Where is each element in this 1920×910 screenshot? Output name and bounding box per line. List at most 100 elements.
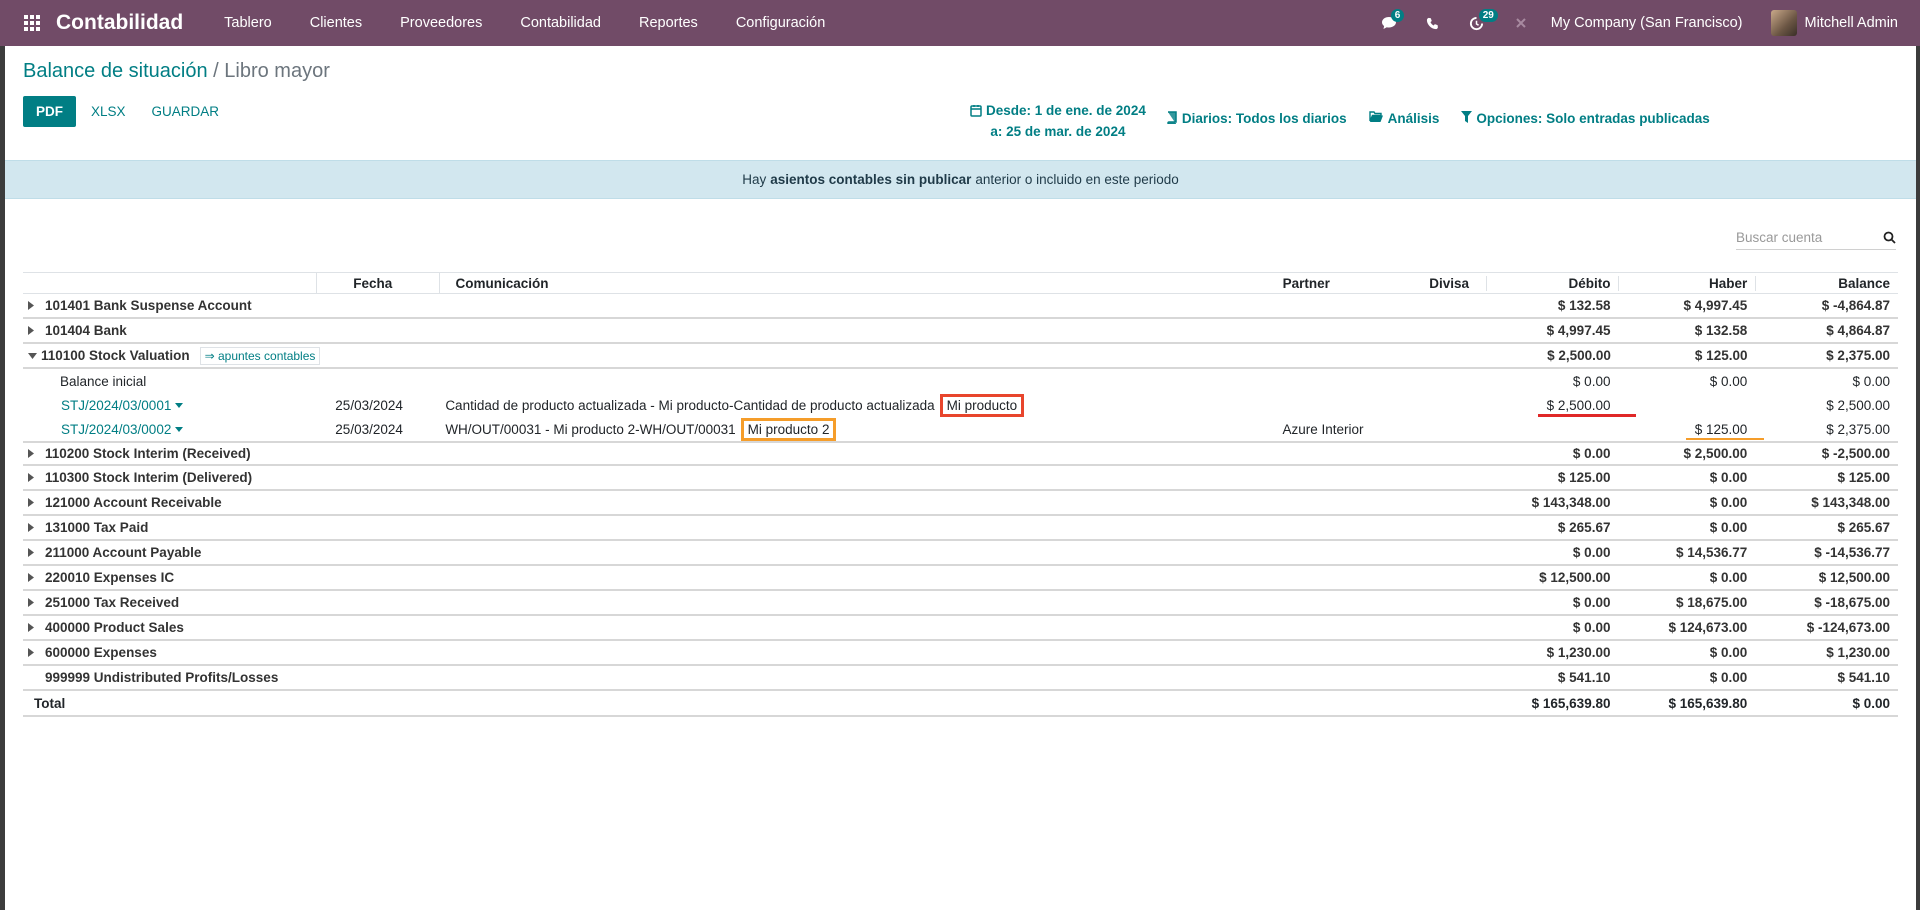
caret-down-icon	[175, 426, 184, 432]
account-name: 101401 Bank Suspense Account	[45, 298, 252, 313]
menu-item-reportes[interactable]: Reportes	[620, 15, 717, 31]
menu-item-tablero[interactable]: Tablero	[205, 15, 291, 31]
menu-item-proveedores[interactable]: Proveedores	[381, 15, 501, 31]
xlsx-button[interactable]: XLSX	[80, 96, 137, 127]
search-icon[interactable]	[1883, 231, 1896, 244]
journals-filter-label: Diarios: Todos los diarios	[1181, 111, 1347, 126]
account-row[interactable]: 121000 Account Receivable $ 143,348.00 $…	[23, 491, 1898, 516]
close-icon[interactable]	[1499, 0, 1543, 46]
caret-right-icon[interactable]	[28, 623, 41, 632]
account-credit: $ 0.00	[1709, 645, 1748, 660]
main-menu: Tablero Clientes Proveedores Contabilida…	[205, 15, 844, 31]
caret-right-icon[interactable]	[28, 498, 41, 507]
account-row-expanded[interactable]: 110100 Stock Valuation ⇒ apuntes contable…	[23, 344, 1898, 369]
account-row[interactable]: 101401 Bank Suspense Account $ 132.58 $ …	[23, 294, 1898, 319]
move-link[interactable]: STJ/2024/03/0002	[61, 422, 184, 437]
app-name[interactable]: Contabilidad	[56, 11, 183, 35]
date-filter[interactable]: Desde: 1 de ene. de 2024 a: 25 de mar. d…	[970, 100, 1146, 142]
account-name: 400000 Product Sales	[45, 620, 184, 635]
total-label: Total	[34, 695, 66, 711]
messages-icon[interactable]: 6	[1367, 0, 1411, 46]
product-highlight-red: Mi producto	[939, 393, 1025, 417]
account-name: 999999 Undistributed Profits/Losses	[45, 670, 279, 685]
company-switcher[interactable]: My Company (San Francisco)	[1543, 15, 1771, 31]
account-row[interactable]: 110300 Stock Interim (Delivered) $ 125.0…	[23, 466, 1898, 491]
account-row[interactable]: 600000 Expenses $ 1,230.00 $ 0.00 $ 1,23…	[23, 641, 1898, 666]
phone-icon[interactable]	[1411, 0, 1455, 46]
journals-filter[interactable]: Diarios: Todos los diarios	[1166, 111, 1347, 126]
line-date: 25/03/2024	[335, 397, 403, 413]
date-from: Desde: 1 de ene. de 2024	[986, 103, 1146, 118]
caret-right-icon[interactable]	[28, 648, 41, 657]
caret-right-icon[interactable]	[28, 573, 41, 582]
caret-right-icon[interactable]	[28, 326, 41, 335]
menu-item-clientes[interactable]: Clientes	[291, 15, 381, 31]
account-name: 110200 Stock Interim (Received)	[45, 446, 251, 461]
account-row[interactable]: 999999 Undistributed Profits/Losses $ 54…	[23, 666, 1898, 691]
breadcrumb-parent[interactable]: Balance de situación	[23, 60, 208, 82]
account-debit: $ 0.00	[1572, 446, 1611, 461]
app-menu-icon[interactable]	[10, 0, 54, 46]
folder-open-icon	[1368, 111, 1384, 123]
move-link[interactable]: STJ/2024/03/0001	[61, 397, 184, 413]
journal-item-row[interactable]: STJ/2024/03/0001 25/03/2024 Cantidad de …	[23, 393, 1898, 417]
account-credit: $ 14,536.77	[1675, 545, 1748, 560]
journal-item-row[interactable]: STJ/2024/03/0002 25/03/2024 WH/OUT/00031…	[23, 417, 1898, 441]
journal-items-link[interactable]: ⇒ apuntes contables	[199, 346, 321, 365]
account-debit: $ 541.10	[1557, 670, 1611, 685]
pdf-button[interactable]: PDF	[23, 96, 76, 127]
line-balance: $ 2,375.00	[1826, 421, 1891, 437]
account-row[interactable]: 131000 Tax Paid $ 265.67 $ 0.00 $ 265.67	[23, 516, 1898, 541]
account-row[interactable]: 220010 Expenses IC $ 12,500.00 $ 0.00 $ …	[23, 566, 1898, 591]
caret-right-icon[interactable]	[28, 548, 41, 557]
header-fecha: Fecha	[317, 272, 441, 294]
caret-right-icon[interactable]	[28, 473, 41, 482]
account-row[interactable]: 251000 Tax Received $ 0.00 $ 18,675.00 $…	[23, 591, 1898, 616]
header-divisa: Divisa	[1429, 275, 1469, 291]
alert-link[interactable]: asientos contables sin publicar	[770, 172, 971, 187]
save-button[interactable]: GUARDAR	[141, 96, 231, 127]
window-frame-right	[1916, 46, 1920, 910]
account-balance: $ -4,864.87	[1821, 298, 1891, 313]
activities-icon[interactable]: 29	[1455, 0, 1499, 46]
account-debit: $ 2,500.00	[1547, 348, 1611, 363]
caret-right-icon[interactable]	[28, 523, 41, 532]
account-balance: $ 4,864.87	[1826, 323, 1891, 338]
initial-balance-label: Balance inicial	[60, 373, 147, 389]
move-reference: STJ/2024/03/0001	[61, 397, 172, 413]
user-menu[interactable]: Mitchell Admin	[1770, 10, 1920, 36]
user-name: Mitchell Admin	[1804, 15, 1898, 31]
header-comunicacion: Comunicación	[455, 275, 549, 291]
caret-right-icon[interactable]	[28, 449, 41, 458]
header-partner: Partner	[1282, 275, 1330, 291]
account-balance: $ 2,375.00	[1826, 348, 1890, 363]
menu-item-configuracion[interactable]: Configuración	[717, 15, 844, 31]
account-name: 211000 Account Payable	[45, 545, 202, 560]
account-search	[1736, 226, 1896, 250]
account-row[interactable]: 110200 Stock Interim (Received) $ 0.00 $…	[23, 441, 1898, 466]
caret-right-icon[interactable]	[28, 301, 41, 310]
account-name: 121000 Account Receivable	[45, 495, 222, 510]
menu-item-contabilidad[interactable]: Contabilidad	[501, 15, 620, 31]
account-balance: $ 1,230.00	[1826, 645, 1891, 660]
account-row[interactable]: 101404 Bank $ 4,997.45 $ 132.58 $ 4,864.…	[23, 319, 1898, 344]
account-name: 220010 Expenses IC	[45, 570, 175, 585]
analysis-filter-label: Análisis	[1387, 111, 1440, 126]
account-row[interactable]: 211000 Account Payable $ 0.00 $ 14,536.7…	[23, 541, 1898, 566]
initial-balance: $ 0.00	[1852, 373, 1891, 389]
account-credit: $ 2,500.00	[1683, 446, 1748, 461]
header-haber: Haber	[1617, 275, 1756, 291]
analysis-filter[interactable]: Análisis	[1368, 111, 1440, 126]
options-filter[interactable]: Opciones: Solo entradas publicadas	[1461, 111, 1710, 126]
header-debito: Débito	[1485, 275, 1618, 291]
account-balance: $ 265.67	[1837, 520, 1891, 535]
caret-down-icon[interactable]	[28, 352, 37, 359]
account-credit: $ 0.00	[1709, 520, 1748, 535]
line-communication: WH/OUT/00031 - Mi producto 2-WH/OUT/0003…	[440, 417, 1282, 441]
account-row[interactable]: 400000 Product Sales $ 0.00 $ 124,673.00…	[23, 616, 1898, 641]
search-input[interactable]	[1736, 230, 1866, 245]
account-credit: $ 125.00	[1694, 348, 1748, 363]
caret-right-icon[interactable]	[28, 598, 41, 607]
account-balance: $ 143,348.00	[1811, 495, 1891, 510]
account-credit: $ 4,997.45	[1683, 298, 1748, 313]
